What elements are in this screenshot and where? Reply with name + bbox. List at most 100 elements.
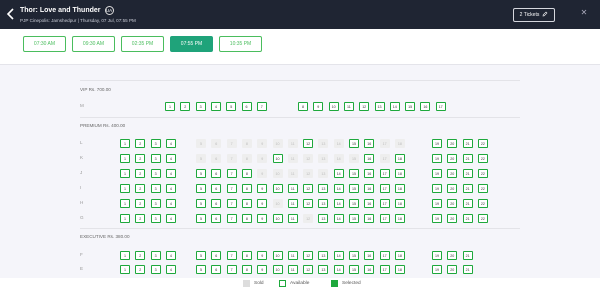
seat-available[interactable]: 15 (349, 251, 359, 260)
seat-available[interactable]: 9 (257, 184, 268, 193)
seat-available[interactable]: 21 (462, 214, 473, 223)
seat-available[interactable]: 11 (287, 251, 298, 260)
close-icon[interactable]: ✕ (579, 8, 589, 18)
seat-available[interactable]: 13 (318, 214, 329, 223)
seat-available[interactable]: 2 (135, 184, 146, 193)
seat-available[interactable]: 20 (447, 199, 458, 208)
seat-available[interactable]: 4 (165, 139, 176, 148)
seat-available[interactable]: 21 (462, 265, 473, 274)
seat-available[interactable]: 7 (226, 214, 237, 223)
seat-available[interactable]: 11 (287, 214, 298, 223)
seat-available[interactable]: 3 (150, 139, 161, 148)
seat-available[interactable]: 4 (165, 199, 176, 208)
seat-available[interactable]: 6 (241, 102, 252, 111)
seat-available[interactable]: 10 (272, 265, 283, 274)
seat-available[interactable]: 2 (135, 214, 146, 223)
seat-available[interactable]: 2 (135, 154, 146, 163)
seat-available[interactable]: 1 (120, 265, 130, 274)
seat-available[interactable]: 21 (462, 184, 473, 193)
seat-available[interactable]: 3 (150, 214, 161, 223)
seat-available[interactable]: 17 (379, 214, 390, 223)
seat-available[interactable]: 21 (462, 154, 473, 163)
seat-available[interactable]: 2 (135, 265, 146, 274)
seat-available[interactable]: 2 (135, 199, 146, 208)
seat-available[interactable]: 4 (210, 102, 221, 111)
seat-available[interactable]: 9 (257, 251, 268, 260)
seat-available[interactable]: 5 (196, 251, 206, 260)
seat-available[interactable]: 4 (165, 214, 176, 223)
seat-available[interactable]: 3 (150, 154, 161, 163)
seat-available[interactable]: 13 (318, 265, 329, 274)
seat-available[interactable]: 3 (195, 102, 206, 111)
seat-available[interactable]: 20 (447, 265, 458, 274)
seat-available[interactable]: 4 (165, 169, 176, 178)
showtime-button[interactable]: 07:30 AM (23, 36, 66, 52)
seat-available[interactable]: 8 (241, 265, 252, 274)
seat-available[interactable]: 15 (349, 214, 359, 223)
back-icon[interactable] (6, 7, 18, 21)
seat-available[interactable]: 17 (379, 265, 390, 274)
seat-available[interactable]: 14 (333, 251, 344, 260)
seat-available[interactable]: 16 (364, 139, 375, 148)
seat-available[interactable]: 3 (150, 265, 161, 274)
seat-available[interactable]: 19 (432, 139, 442, 148)
seat-available[interactable]: 15 (405, 102, 416, 111)
seat-available[interactable]: 12 (303, 139, 314, 148)
seat-available[interactable]: 15 (349, 169, 359, 178)
seat-available[interactable]: 4 (165, 251, 176, 260)
seat-available[interactable]: 18 (394, 265, 405, 274)
seat-available[interactable]: 19 (432, 184, 442, 193)
seat-available[interactable]: 18 (394, 154, 405, 163)
seat-available[interactable]: 13 (318, 199, 329, 208)
seat-available[interactable]: 4 (165, 154, 176, 163)
seat-available[interactable]: 22 (477, 154, 488, 163)
seat-available[interactable]: 7 (226, 184, 237, 193)
seat-available[interactable]: 22 (477, 214, 488, 223)
seat-available[interactable]: 2 (135, 251, 146, 260)
seat-available[interactable]: 9 (313, 102, 324, 111)
seat-available[interactable]: 5 (226, 102, 237, 111)
seat-available[interactable]: 12 (303, 184, 314, 193)
seat-available[interactable]: 18 (394, 169, 405, 178)
seat-available[interactable]: 1 (120, 184, 130, 193)
showtime-button[interactable]: 02:35 PM (121, 36, 164, 52)
seat-available[interactable]: 19 (432, 265, 442, 274)
seat-available[interactable]: 12 (359, 102, 370, 111)
seat-available[interactable]: 18 (394, 251, 405, 260)
seat-available[interactable]: 5 (196, 184, 206, 193)
seat-available[interactable]: 8 (241, 199, 252, 208)
seat-available[interactable]: 5 (196, 265, 206, 274)
seat-available[interactable]: 21 (462, 169, 473, 178)
seat-available[interactable]: 3 (150, 251, 161, 260)
seat-available[interactable]: 11 (287, 184, 298, 193)
seat-available[interactable]: 19 (432, 169, 442, 178)
seat-available[interactable]: 17 (435, 102, 446, 111)
seat-available[interactable]: 4 (165, 265, 176, 274)
seat-available[interactable]: 15 (349, 184, 359, 193)
seat-available[interactable]: 3 (150, 169, 161, 178)
seat-available[interactable]: 1 (120, 154, 130, 163)
seat-available[interactable]: 7 (256, 102, 267, 111)
seat-available[interactable]: 14 (333, 214, 344, 223)
seat-available[interactable]: 19 (432, 154, 442, 163)
seat-available[interactable]: 13 (318, 184, 329, 193)
seat-available[interactable]: 9 (257, 199, 268, 208)
showtime-button[interactable]: 10:35 PM (219, 36, 262, 52)
seat-available[interactable]: 22 (477, 199, 488, 208)
seat-available[interactable]: 6 (211, 214, 222, 223)
seat-available[interactable]: 10 (328, 102, 339, 111)
seat-available[interactable]: 9 (257, 265, 268, 274)
seat-available[interactable]: 6 (211, 251, 222, 260)
seat-available[interactable]: 10 (272, 251, 283, 260)
seat-available[interactable]: 15 (349, 139, 359, 148)
seat-available[interactable]: 17 (379, 251, 390, 260)
seat-available[interactable]: 20 (447, 251, 458, 260)
seat-available[interactable]: 18 (394, 214, 405, 223)
seat-available[interactable]: 15 (349, 265, 359, 274)
seat-available[interactable]: 8 (241, 169, 252, 178)
seat-available[interactable]: 18 (394, 184, 405, 193)
seat-available[interactable]: 16 (420, 102, 431, 111)
seat-available[interactable]: 3 (150, 199, 161, 208)
seat-available[interactable]: 21 (462, 251, 473, 260)
seat-available[interactable]: 13 (374, 102, 385, 111)
